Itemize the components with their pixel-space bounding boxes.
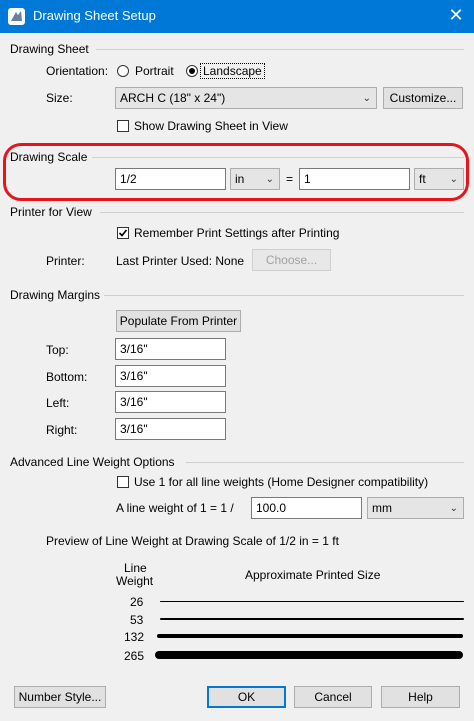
col-line-weight-2: Weight (116, 574, 154, 588)
printer-value: Last Printer Used: None (116, 254, 245, 268)
printer-group-label: Printer for View (10, 205, 92, 219)
weight-row-265-line (155, 651, 463, 659)
weight-row-26-line (160, 601, 464, 602)
printer-label: Printer: (46, 254, 85, 268)
show-in-view-checkbox[interactable] (117, 120, 129, 132)
margin-top-input[interactable]: 3/16" (115, 338, 226, 360)
printer-divider (100, 212, 464, 213)
check-icon (118, 229, 128, 237)
use1-label[interactable]: Use 1 for all line weights (Home Designe… (134, 475, 428, 489)
margin-top-label: Top: (46, 343, 69, 357)
size-dropdown[interactable]: ARCH C (18" x 24") ⌄ (115, 87, 377, 109)
close-icon[interactable]: ✕ (438, 0, 474, 33)
use1-checkbox[interactable] (117, 476, 129, 488)
margin-bottom-input[interactable]: 3/16" (115, 365, 226, 387)
choose-printer-button[interactable]: Choose... (252, 249, 331, 271)
remember-settings-checkbox[interactable] (117, 227, 129, 239)
margins-group-label: Drawing Margins (10, 288, 101, 302)
portrait-label[interactable]: Portrait (135, 64, 174, 78)
col-printed-size: Approximate Printed Size (245, 568, 381, 582)
weight-row-132-label: 132 (124, 630, 145, 644)
help-button[interactable]: Help (381, 686, 460, 708)
customize-button[interactable]: Customize... (383, 87, 463, 109)
portrait-radio[interactable] (117, 65, 129, 77)
margin-right-input[interactable]: 3/16" (115, 418, 226, 440)
margin-bottom-label: Bottom: (46, 370, 88, 384)
col-line-weight-1: Line (124, 561, 147, 575)
margin-right-label: Right: (46, 423, 78, 437)
chevron-down-icon: ⌄ (362, 93, 371, 104)
scale-highlight-annotation (3, 143, 469, 201)
remember-settings-label[interactable]: Remember Print Settings after Printing (134, 226, 339, 240)
margin-left-label: Left: (46, 396, 70, 410)
weight-row-53-line (160, 618, 464, 620)
chevron-down-icon: ⌄ (449, 503, 458, 514)
number-style-button[interactable]: Number Style... (14, 686, 106, 708)
show-in-view-label[interactable]: Show Drawing Sheet in View (134, 119, 288, 133)
window-title: Drawing Sheet Setup (33, 8, 156, 23)
margins-divider (104, 295, 464, 296)
preview-title: Preview of Line Weight at Drawing Scale … (46, 534, 339, 548)
weight-label: A line weight of 1 = 1 / (116, 501, 234, 515)
landscape-radio[interactable] (186, 65, 198, 77)
populate-from-printer-button[interactable]: Populate From Printer (116, 310, 241, 332)
drawing-sheet-divider (96, 49, 464, 50)
size-value: ARCH C (18" x 24") (120, 91, 226, 105)
weight-unit-dropdown[interactable]: mm ⌄ (367, 497, 464, 519)
weight-unit: mm (372, 501, 392, 515)
landscape-label[interactable]: Landscape (200, 63, 265, 79)
cancel-button[interactable]: Cancel (294, 686, 372, 708)
title-bar: Drawing Sheet Setup ✕ (0, 0, 474, 33)
drawing-sheet-group-label: Drawing Sheet (10, 42, 89, 56)
margin-left-input[interactable]: 3/16" (115, 391, 226, 413)
weight-row-132-line (157, 634, 463, 638)
size-label: Size: (46, 91, 73, 105)
orientation-label: Orientation: (46, 64, 109, 78)
weight-row-265-label: 265 (124, 649, 145, 663)
ok-button[interactable]: OK (207, 686, 286, 708)
app-icon (8, 8, 25, 25)
weight-row-26-label: 26 (130, 595, 144, 609)
line-weight-divider (186, 462, 464, 463)
line-weight-group-label: Advanced Line Weight Options (10, 455, 175, 469)
weight-input[interactable]: 100.0 (251, 497, 362, 519)
weight-row-53-label: 53 (130, 613, 144, 627)
